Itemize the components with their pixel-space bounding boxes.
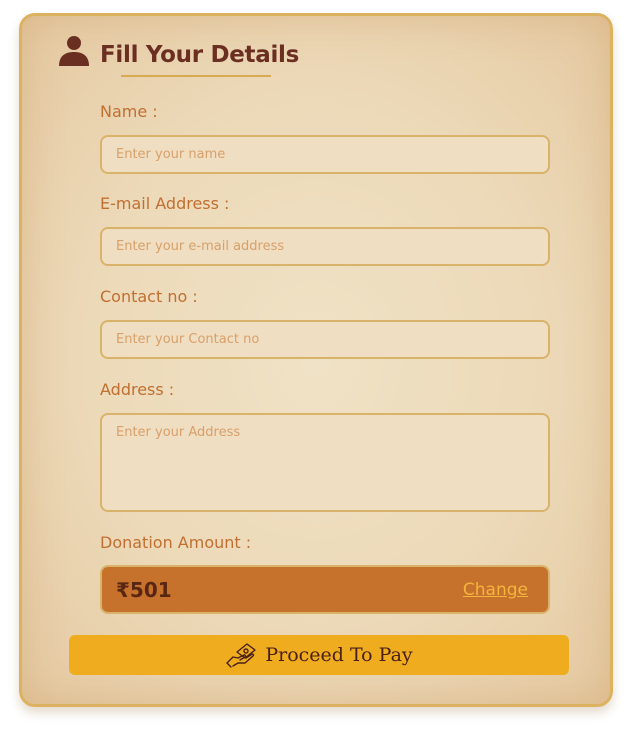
amount-number: 501 bbox=[129, 578, 172, 602]
address-label: Address : bbox=[100, 380, 175, 399]
proceed-to-pay-button[interactable]: Proceed To Pay bbox=[69, 635, 569, 675]
proceed-to-pay-label: Proceed To Pay bbox=[265, 644, 413, 666]
donation-amount-label: Donation Amount : bbox=[100, 533, 252, 552]
user-icon bbox=[59, 36, 89, 66]
donation-amount-box: ₹501 Change bbox=[100, 565, 550, 614]
details-form-card: Fill Your Details Name : E-mail Address … bbox=[19, 13, 613, 707]
address-textarea[interactable] bbox=[100, 413, 550, 512]
contact-input[interactable] bbox=[100, 320, 550, 359]
rupee-symbol: ₹ bbox=[116, 578, 130, 602]
title-underline bbox=[121, 75, 271, 77]
change-amount-link[interactable]: Change bbox=[463, 580, 528, 600]
donation-amount-value: ₹501 bbox=[116, 578, 172, 602]
name-input[interactable] bbox=[100, 135, 550, 174]
email-label: E-mail Address : bbox=[100, 194, 230, 213]
email-input[interactable] bbox=[100, 227, 550, 266]
hand-money-icon bbox=[226, 643, 257, 668]
contact-label: Contact no : bbox=[100, 287, 198, 306]
name-label: Name : bbox=[100, 102, 158, 121]
form-title: Fill Your Details bbox=[100, 42, 300, 68]
